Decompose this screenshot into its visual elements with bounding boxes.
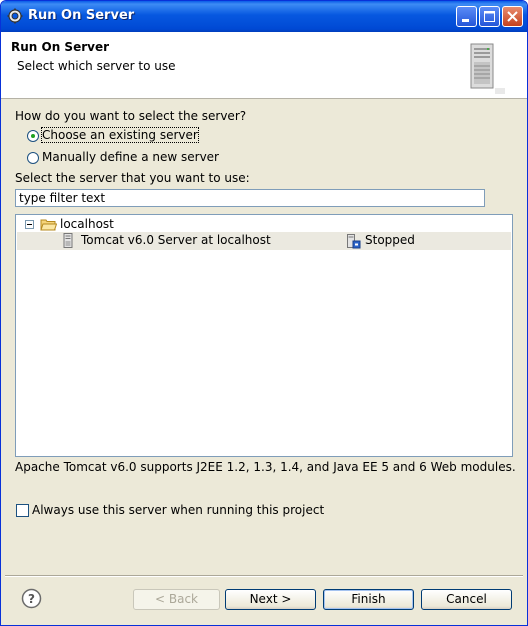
close-button[interactable] — [502, 6, 523, 27]
server-icon — [461, 38, 517, 94]
existing-server-radio[interactable] — [27, 130, 39, 142]
filter-input[interactable]: type filter text — [15, 189, 485, 207]
minimize-button[interactable] — [456, 6, 477, 27]
next-button[interactable]: Next > — [225, 589, 316, 610]
host-label[interactable]: localhost — [60, 217, 114, 231]
filter-label: Select the server that you want to use: — [15, 171, 250, 185]
title-bar[interactable]: Run On Server — [1, 1, 527, 32]
help-icon[interactable]: ? — [21, 588, 42, 609]
new-server-radio[interactable] — [27, 152, 39, 164]
server-description: Apache Tomcat v6.0 supports J2EE 1.2, 1.… — [15, 460, 516, 474]
gear-icon — [7, 8, 23, 24]
server-tree[interactable]: localhost Tomcat v6.0 Server at localhos… — [15, 214, 513, 457]
back-button[interactable]: < Back — [133, 589, 220, 610]
run-on-server-dialog: Run On Server Run On Server Select which… — [0, 0, 528, 626]
radio-selected-dot — [31, 134, 35, 138]
collapse-toggle-icon[interactable] — [25, 220, 34, 229]
server-row-tomcat[interactable]: Tomcat v6.0 Server at localhost Stopped — [17, 232, 511, 250]
header-title: Run On Server — [11, 40, 110, 54]
window-title: Run On Server — [28, 8, 135, 23]
stopped-status-icon — [347, 234, 361, 252]
maximize-button[interactable] — [479, 6, 500, 27]
cancel-button[interactable]: Cancel — [421, 589, 512, 610]
always-use-label[interactable]: Always use this server when running this… — [32, 503, 324, 517]
select-method-label: How do you want to select the server? — [15, 109, 247, 123]
server-state: Stopped — [365, 233, 415, 247]
existing-server-label[interactable]: Choose an existing server — [41, 127, 199, 143]
finish-button[interactable]: Finish — [323, 589, 414, 610]
server-name: Tomcat v6.0 Server at localhost — [81, 233, 271, 247]
always-use-checkbox[interactable] — [16, 504, 29, 517]
header-subtitle: Select which server to use — [17, 59, 176, 73]
new-server-label[interactable]: Manually define a new server — [42, 150, 219, 164]
button-separator-highlight — [5, 576, 523, 577]
svg-text:?: ? — [28, 592, 35, 606]
dialog-header: Run On Server Select which server to use — [1, 32, 527, 99]
server-icon — [63, 233, 73, 251]
